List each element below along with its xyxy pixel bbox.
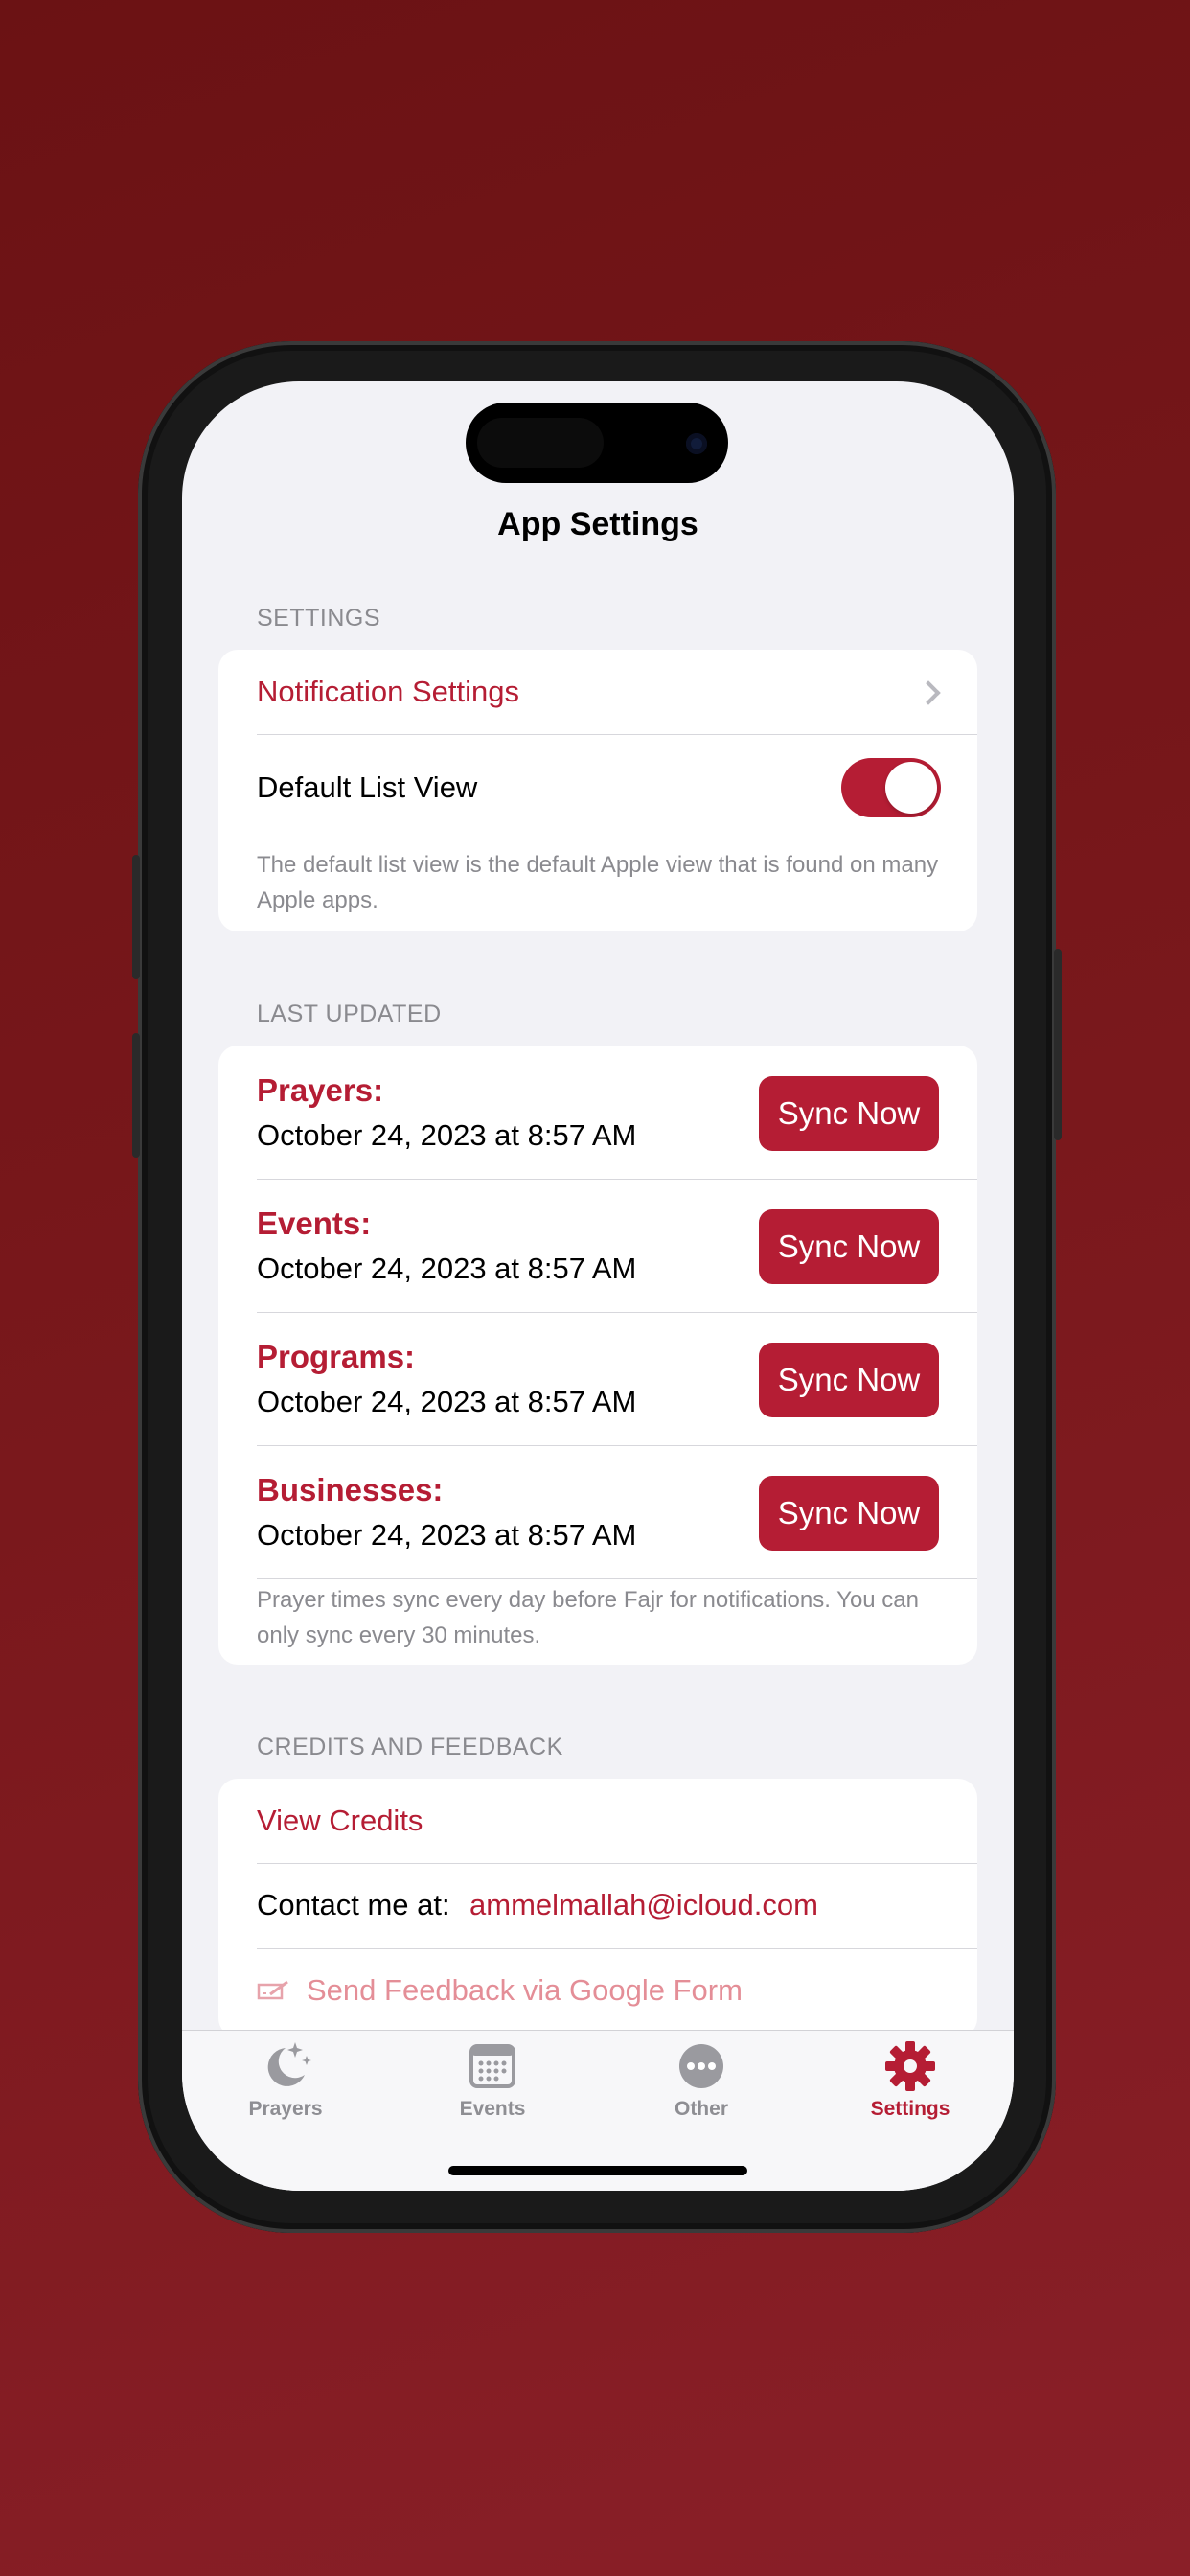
moon-stars-icon (209, 2040, 362, 2092)
notification-settings-label: Notification Settings (257, 675, 519, 708)
chevron-right-icon (916, 680, 941, 705)
phone-side-button (132, 855, 140, 979)
default-list-view-note: The default list view is the default App… (257, 852, 939, 913)
contact-label: Contact me at: (257, 1888, 450, 1921)
last-updated-section-header: LAST UPDATED (257, 1000, 442, 1027)
gear-icon (834, 2040, 987, 2092)
contact-row: Contact me at: ammelmallah@icloud.com (218, 1863, 977, 1948)
tab-label: Events (459, 2098, 526, 2120)
page-title: App Settings (497, 506, 698, 542)
tab-prayers[interactable]: Prayers (209, 2040, 362, 2121)
home-indicator (448, 2166, 747, 2175)
default-list-view-row: Default List View The default list view … (218, 734, 977, 932)
send-feedback-row[interactable]: Send Feedback via Google Form (218, 1948, 977, 2035)
credits-card: View Credits Contact me at: ammelmallah@… (218, 1779, 977, 2037)
credits-section-header: CREDITS AND FEEDBACK (257, 1734, 563, 1760)
notification-settings-row[interactable]: Notification Settings (218, 650, 977, 734)
tab-label: Settings (870, 2098, 950, 2120)
sync-date: October 24, 2023 at 8:57 AM (257, 1518, 637, 1552)
sync-now-button-prayers[interactable]: Sync Now (759, 1076, 939, 1151)
sync-date: October 24, 2023 at 8:57 AM (257, 1385, 637, 1418)
calendar-icon (416, 2040, 569, 2092)
tab-settings[interactable]: Settings (834, 2040, 987, 2121)
default-list-view-label: Default List View (257, 770, 478, 804)
screen: App Settings SETTINGS Notification Setti… (182, 381, 1014, 2191)
sync-row-programs: Programs: October 24, 2023 at 8:57 AM Sy… (218, 1312, 977, 1445)
sync-row-businesses: Businesses: October 24, 2023 at 8:57 AM … (218, 1445, 977, 1578)
default-list-view-toggle[interactable] (841, 758, 941, 817)
sync-label: Businesses: (257, 1472, 444, 1507)
sync-note: Prayer times sync every day before Fajr … (257, 1587, 919, 1648)
pencil-line-icon (257, 1979, 291, 2007)
sync-now-button-events[interactable]: Sync Now (759, 1209, 939, 1284)
tab-events[interactable]: Events (416, 2040, 569, 2121)
tab-label: Other (674, 2098, 728, 2120)
dynamic-island (466, 402, 728, 483)
sync-label: Prayers: (257, 1072, 384, 1108)
settings-card: Notification Settings Default List View … (218, 650, 977, 932)
tab-label: Prayers (248, 2098, 323, 2120)
sync-row-events: Events: October 24, 2023 at 8:57 AM Sync… (218, 1179, 977, 1312)
sync-label: Events: (257, 1206, 372, 1241)
sync-label: Programs: (257, 1339, 416, 1374)
sync-now-button-businesses[interactable]: Sync Now (759, 1476, 939, 1551)
view-credits-label: View Credits (257, 1804, 423, 1837)
ellipsis-circle-icon (625, 2040, 778, 2092)
sync-now-button-programs[interactable]: Sync Now (759, 1343, 939, 1417)
settings-section-header: SETTINGS (257, 605, 381, 632)
sync-row-prayers: Prayers: October 24, 2023 at 8:57 AM Syn… (218, 1046, 977, 1179)
contact-email-link[interactable]: ammelmallah@icloud.com (469, 1888, 818, 1922)
sync-date: October 24, 2023 at 8:57 AM (257, 1118, 637, 1152)
view-credits-row[interactable]: View Credits (218, 1779, 977, 1863)
sync-date: October 24, 2023 at 8:57 AM (257, 1252, 637, 1285)
last-updated-card: Prayers: October 24, 2023 at 8:57 AM Syn… (218, 1046, 977, 1665)
tab-other[interactable]: Other (625, 2040, 778, 2121)
phone-side-button (132, 1033, 140, 1158)
phone-side-button (1054, 949, 1062, 1140)
send-feedback-label: Send Feedback via Google Form (307, 1973, 743, 2007)
